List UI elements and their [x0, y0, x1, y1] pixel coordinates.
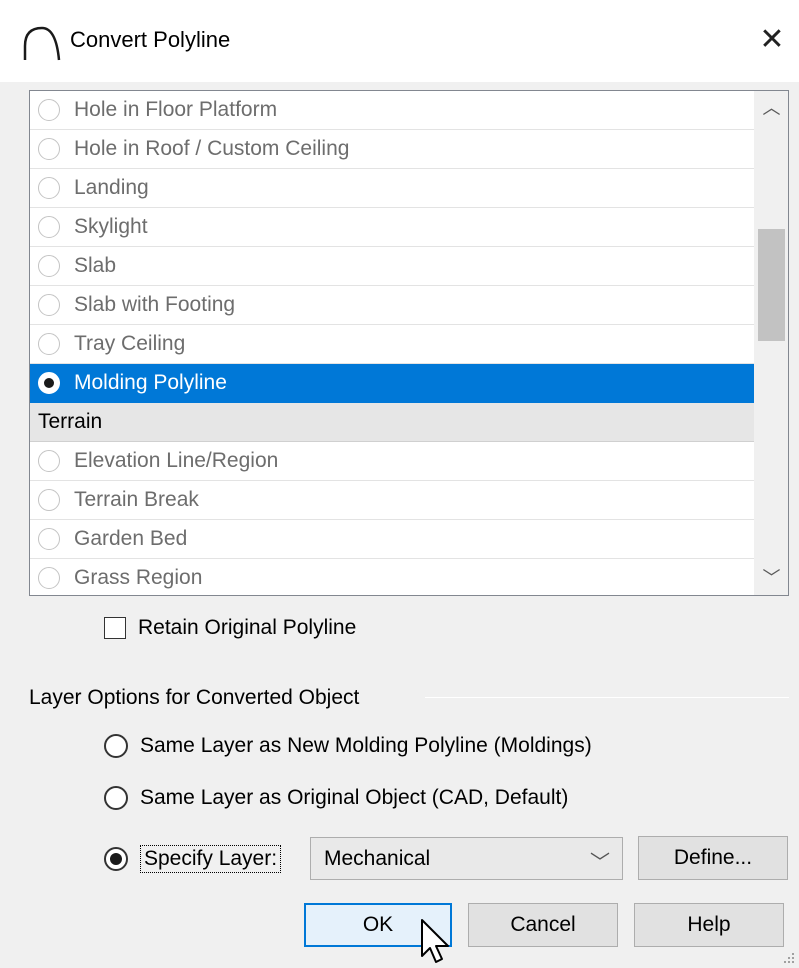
radio-icon	[38, 333, 60, 355]
list-item[interactable]: Grass Region	[30, 559, 754, 595]
radio-icon	[38, 216, 60, 238]
option-same-layer-original[interactable]: Same Layer as Original Object (CAD, Defa…	[104, 786, 568, 810]
list-item-label: Grass Region	[74, 566, 203, 589]
list-item-label: Landing	[74, 176, 149, 199]
resize-grip-icon[interactable]	[783, 952, 795, 964]
list-item-label: Terrain Break	[74, 488, 199, 511]
list-item-label: Tray Ceiling	[74, 332, 186, 355]
radio-icon	[38, 99, 60, 121]
help-button[interactable]: Help	[634, 903, 784, 947]
retain-label: Retain Original Polyline	[138, 616, 357, 639]
list-item-label: Hole in Roof / Custom Ceiling	[74, 137, 350, 160]
list-items: Hole in Floor Platform Hole in Roof / Cus…	[30, 91, 754, 595]
list-group-header: Terrain	[30, 403, 754, 442]
list-item[interactable]: Landing	[30, 169, 754, 208]
scroll-down-icon[interactable]: ﹀	[754, 561, 788, 595]
mouse-pointer-icon	[421, 919, 449, 963]
list-item-label: Terrain	[38, 410, 103, 433]
scroll-up-icon[interactable]: ︿	[754, 91, 788, 125]
list-item-label: Hole in Floor Platform	[74, 98, 278, 121]
chevron-down-icon: ﹀	[590, 852, 610, 874]
group-divider	[425, 697, 789, 698]
list-item[interactable]: Hole in Floor Platform	[30, 91, 754, 130]
layer-options-heading: Layer Options for Converted Object	[29, 686, 360, 709]
list-item[interactable]: Garden Bed	[30, 520, 754, 559]
list-item-label: Slab	[74, 254, 117, 277]
list-item[interactable]: Slab	[30, 247, 754, 286]
layer-select-value: Mechanical	[324, 846, 431, 870]
define-button[interactable]: Define...	[638, 836, 788, 880]
option-specify-layer-label: Specify Layer:	[140, 845, 282, 873]
radio-same-layer-original[interactable]	[104, 786, 128, 810]
list-item-label: Skylight	[74, 215, 148, 238]
radio-icon	[38, 567, 60, 589]
list-item[interactable]: Terrain Break	[30, 481, 754, 520]
cancel-button[interactable]: Cancel	[468, 903, 618, 947]
object-type-list[interactable]: Hole in Floor Platform Hole in Roof / Cus…	[29, 90, 789, 596]
list-item[interactable]: Slab with Footing	[30, 286, 754, 325]
layer-select[interactable]: Mechanical ﹀	[310, 837, 623, 880]
list-item-label: Elevation Line/Region	[74, 449, 279, 472]
radio-same-layer-new[interactable]	[104, 734, 128, 758]
option-same-layer-new[interactable]: Same Layer as New Molding Polyline (Mold…	[104, 734, 592, 758]
radio-icon	[38, 177, 60, 199]
list-item-label: Molding Polyline	[74, 371, 227, 394]
radio-icon	[38, 255, 60, 277]
radio-icon	[38, 450, 60, 472]
radio-icon	[38, 294, 60, 316]
radio-icon	[38, 138, 60, 160]
option-same-layer-original-label: Same Layer as Original Object (CAD, Defa…	[140, 786, 569, 809]
list-item-label: Slab with Footing	[74, 293, 236, 316]
option-specify-layer[interactable]: Specify Layer:	[104, 845, 282, 873]
window-title: Convert Polyline	[70, 27, 231, 52]
list-item[interactable]: Elevation Line/Region	[30, 442, 754, 481]
radio-icon	[38, 372, 60, 394]
radio-icon	[38, 489, 60, 511]
list-item[interactable]: Skylight	[30, 208, 754, 247]
title-bar: Convert Polyline ✕	[0, 0, 799, 82]
radio-specify-layer[interactable]	[104, 847, 128, 871]
radio-icon	[38, 528, 60, 550]
list-item[interactable]: Molding Polyline	[30, 364, 754, 403]
arch-icon	[23, 26, 61, 61]
retain-original-polyline[interactable]: Retain Original Polyline	[104, 616, 356, 640]
option-same-layer-new-label: Same Layer as New Molding Polyline (Mold…	[140, 734, 592, 757]
scroll-thumb[interactable]	[758, 229, 785, 341]
retain-checkbox[interactable]	[104, 617, 126, 639]
list-item[interactable]: Hole in Roof / Custom Ceiling	[30, 130, 754, 169]
list-item-label: Garden Bed	[74, 527, 188, 550]
close-button[interactable]: ✕	[752, 18, 792, 62]
list-item[interactable]: Tray Ceiling	[30, 325, 754, 364]
vertical-scrollbar[interactable]: ︿ ﹀	[754, 91, 788, 595]
